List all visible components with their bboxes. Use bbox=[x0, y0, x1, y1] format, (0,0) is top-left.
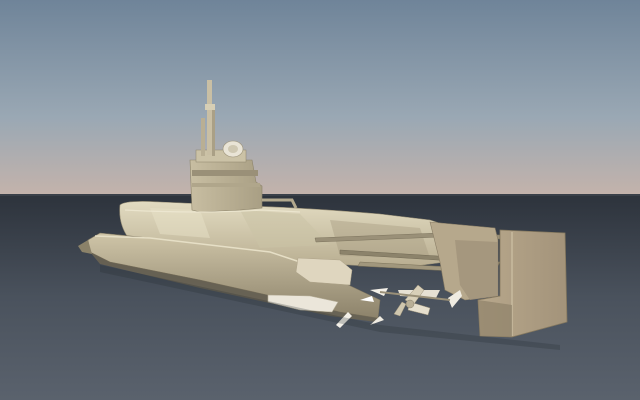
rudder-shadow bbox=[478, 300, 512, 337]
sail-band bbox=[192, 170, 258, 176]
horizon-line bbox=[0, 194, 640, 196]
sky bbox=[0, 0, 640, 196]
sail-band bbox=[192, 183, 260, 187]
render-scene bbox=[0, 0, 640, 400]
periscope-head bbox=[205, 104, 215, 110]
periscope-mast bbox=[207, 80, 212, 155]
periscope-mast bbox=[212, 108, 215, 156]
radar-dish-inner bbox=[228, 145, 238, 153]
periscope-mast bbox=[201, 118, 205, 156]
